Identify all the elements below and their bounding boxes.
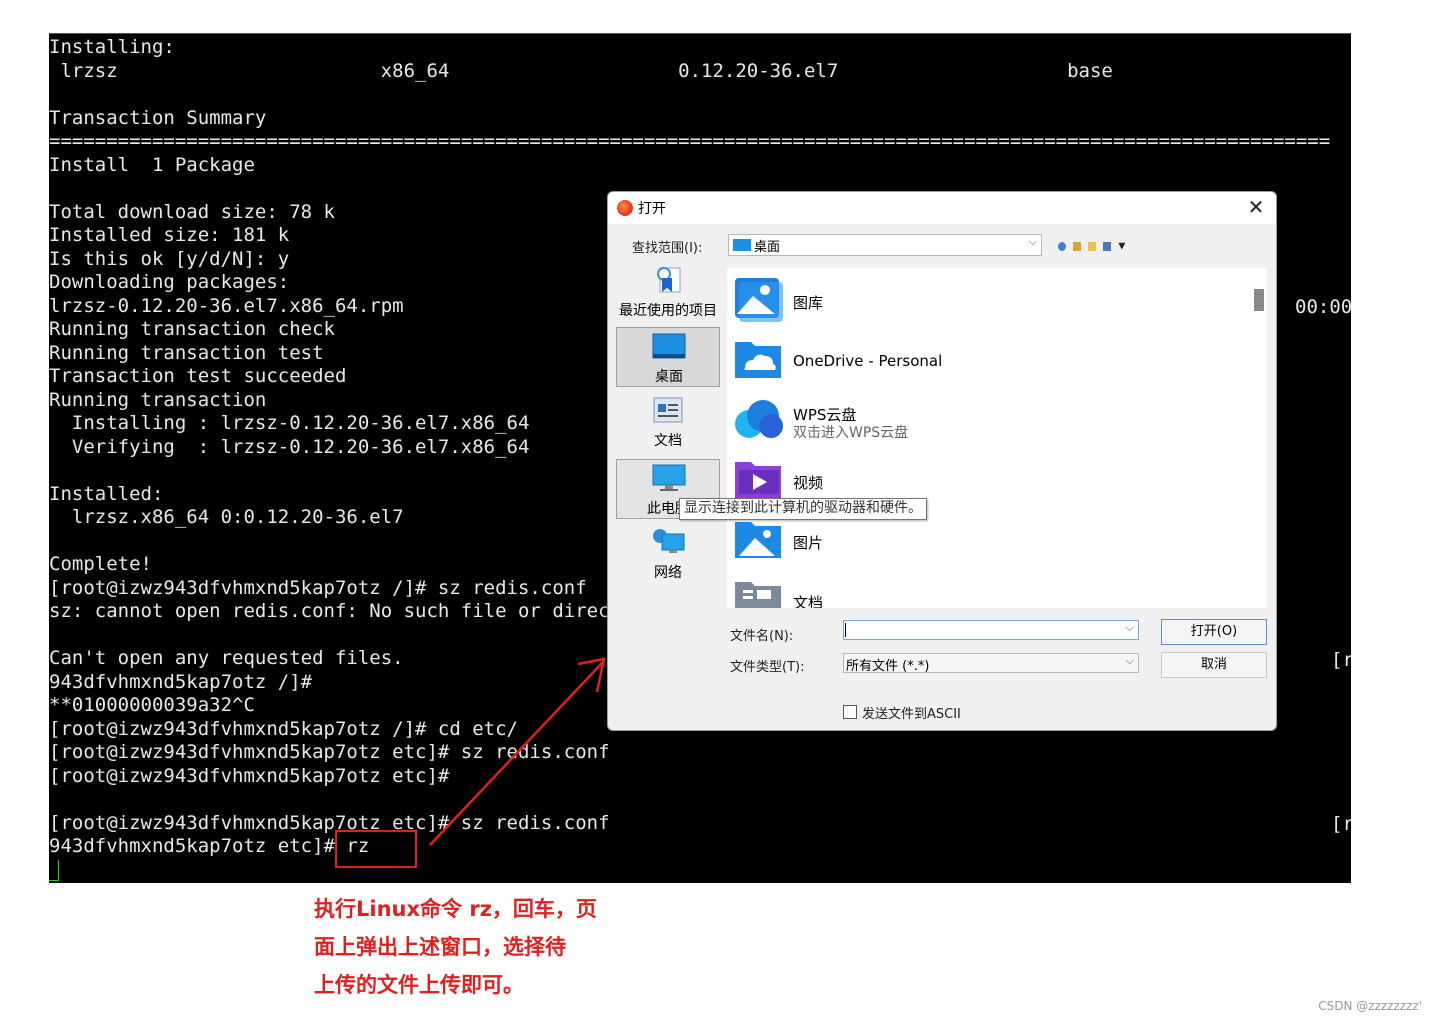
annotation-arrow	[429, 657, 606, 846]
note-line: 执行Linux命令 rz，回车，页	[314, 897, 597, 921]
note-line: 上传的文件上传即可。	[314, 973, 524, 997]
annotation-note: 执行Linux命令 rz，回车，页 面上弹出上述窗口，选择待 上传的文件上传即可…	[314, 890, 624, 1004]
watermark: CSDN @zzzzzzzz'	[1318, 999, 1422, 1013]
note-line: 面上弹出上述窗口，选择待	[314, 935, 566, 959]
